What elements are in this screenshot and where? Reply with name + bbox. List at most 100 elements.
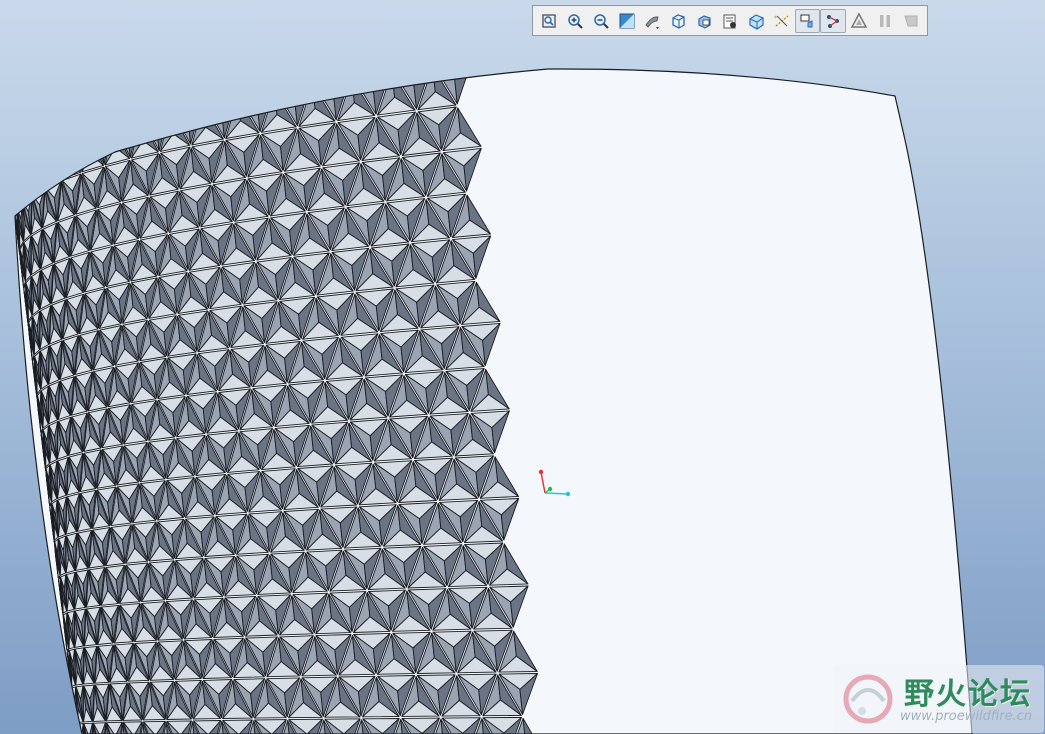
pyramid-face (58, 138, 67, 179)
pyramid-face (22, 160, 33, 193)
stop-button[interactable] (898, 9, 924, 33)
repaint-icon (619, 13, 634, 28)
zoom-in-icon (568, 13, 583, 29)
pyramid-face (275, 83, 312, 102)
refit-button[interactable] (536, 9, 562, 33)
pyramid-face (75, 724, 81, 734)
spin-center-button[interactable] (820, 8, 847, 33)
pyramid-face (33, 152, 46, 186)
pyramid-face (88, 123, 113, 142)
regenerate-icon (850, 11, 868, 28)
pyramid-face (48, 145, 62, 179)
pyramid-face (88, 130, 105, 165)
pyramid-face (16, 190, 23, 209)
datum-display-icon: * (774, 15, 789, 27)
refit-icon (542, 13, 556, 28)
pyramid-face (28, 153, 34, 193)
pause-icon (880, 14, 891, 27)
pyramid-tile (66, 130, 88, 172)
saved-views-icon (672, 13, 685, 29)
pyramid-face (433, 68, 473, 80)
pyramid-tile (31, 154, 45, 194)
pyramid-face (44, 146, 52, 187)
forum-watermark: 野火论坛 www.proewildfire.cn (834, 665, 1044, 733)
pyramid-face (22, 183, 32, 201)
display-style-icon (645, 16, 660, 29)
forum-logo-icon (843, 674, 893, 724)
pyramid-face (171, 102, 203, 122)
pyramid-tile (22, 161, 32, 201)
pyramid-face (75, 724, 79, 734)
pyramid-face (15, 168, 16, 187)
pyramid-tile (44, 146, 62, 187)
pyramid-face (15, 175, 18, 208)
pyramid-tile (159, 110, 191, 152)
view-toolbar: * (532, 5, 928, 36)
pyramid-face (313, 76, 351, 96)
stop-icon (904, 15, 918, 26)
pyramid-tile (48, 138, 67, 179)
view-manager-button[interactable] (691, 9, 717, 33)
watermark-url: www.proewildfire.cn (900, 709, 1033, 724)
pyramid-face (41, 145, 49, 186)
pyramid-face (66, 137, 82, 172)
annotation-display-icon (800, 14, 813, 27)
named-view-button[interactable] (743, 9, 769, 33)
pyramid-face (352, 71, 391, 91)
pyramid-face (11, 177, 12, 194)
pyramid-tile (81, 131, 104, 173)
datum-display-button[interactable]: * (769, 9, 795, 33)
pyramid-face (15, 198, 18, 216)
graphics-viewport[interactable]: * 野火论坛 www.proewildfire.cn (0, 0, 1045, 734)
pyramid-tile (15, 169, 23, 209)
pyramid-face (87, 131, 104, 166)
pyramid-face (66, 130, 88, 150)
pyramid-tile (75, 724, 81, 734)
pyramid-face (113, 116, 140, 135)
svg-text:*: * (774, 15, 777, 22)
repaint-button[interactable] (614, 9, 640, 33)
pyramid-face (15, 183, 16, 215)
x-axis-tip (565, 491, 571, 497)
pyramid-face (48, 138, 67, 157)
pyramid-face (203, 95, 238, 115)
pyramid-face (33, 154, 45, 187)
perspective-button[interactable] (717, 9, 743, 33)
display-style-button[interactable] (639, 9, 665, 33)
pause-button[interactable] (872, 9, 898, 33)
pyramid-face (66, 138, 81, 173)
pyramid-face (22, 161, 26, 201)
pyramid-tile (15, 177, 18, 216)
pyramid-face (15, 161, 23, 179)
pyramid-lattice-model[interactable] (0, 0, 1045, 734)
pyramid-tile (15, 161, 23, 201)
saved-orientations-button[interactable] (665, 9, 691, 33)
y-axis-tip (538, 469, 544, 475)
pyramid-face (392, 68, 432, 85)
perspective-icon (723, 14, 736, 28)
pyramid-tile (61, 138, 81, 180)
pyramid-face (140, 109, 170, 128)
watermark-title: 野火论坛 (904, 677, 1032, 712)
pyramid-face (15, 177, 18, 209)
annotation-display-button[interactable] (794, 8, 821, 33)
zoom-out-icon (593, 13, 609, 29)
pyramid-face (15, 176, 16, 215)
zoom-in-button[interactable] (562, 9, 588, 33)
view-manager-icon (698, 14, 711, 29)
pyramid-face (22, 153, 34, 172)
pyramid-face (15, 169, 23, 202)
zoom-out-button[interactable] (588, 9, 614, 33)
pyramid-tile (15, 168, 18, 208)
pyramid-tile (11, 176, 16, 215)
pyramid-face (19, 161, 23, 201)
named-view-icon (749, 13, 764, 30)
pyramid-face (75, 723, 79, 734)
regenerate-button[interactable] (846, 9, 872, 33)
pyramid-face (15, 168, 23, 201)
z-axis-tip (547, 486, 553, 492)
spin-center-icon (827, 14, 840, 28)
pyramid-face (33, 145, 49, 164)
pyramid-face (48, 146, 62, 180)
pyramid-tile (33, 145, 49, 186)
